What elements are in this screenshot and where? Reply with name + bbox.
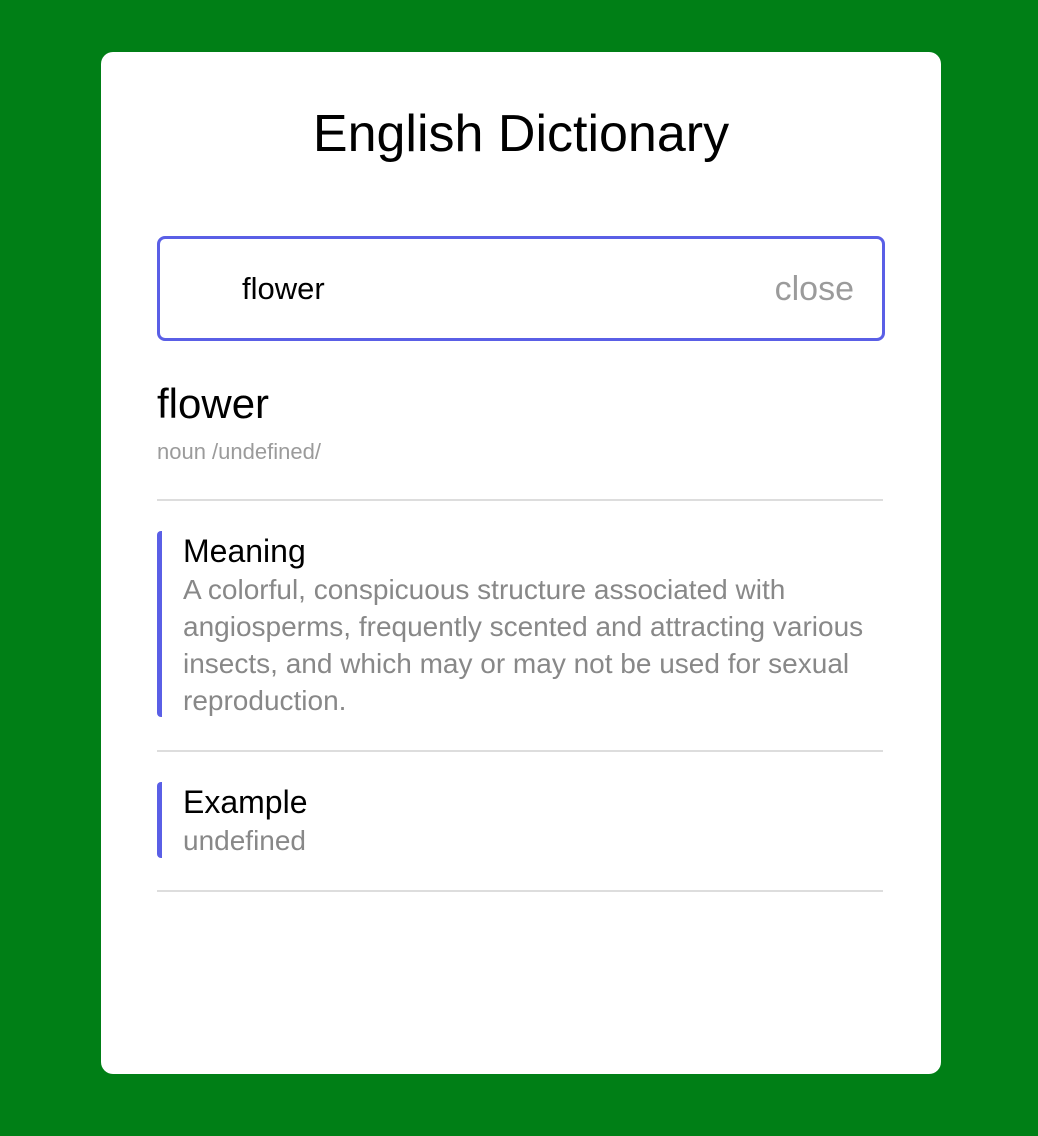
divider <box>157 499 883 501</box>
divider <box>157 750 883 752</box>
close-button[interactable]: close <box>775 269 854 309</box>
example-section: Example undefined <box>157 782 883 858</box>
example-heading: Example <box>183 784 308 820</box>
result-word: flower <box>157 380 270 427</box>
meaning-heading: Meaning <box>183 533 306 569</box>
divider <box>157 890 883 892</box>
example-text: undefined <box>183 825 307 856</box>
header: English Dictionary <box>101 104 941 184</box>
meaning-section: Meaning A colorful, conspicuous structur… <box>157 531 883 717</box>
meaning-text: A colorful, conspicuous structure associ… <box>183 574 864 716</box>
search-box[interactable]: close <box>157 236 885 341</box>
search-input[interactable] <box>242 269 742 309</box>
dictionary-card: English Dictionary close flower noun /un… <box>101 52 941 1074</box>
result-part-of-speech-phonetic: noun /undefined/ <box>157 439 321 464</box>
page-title: English Dictionary <box>312 105 730 163</box>
